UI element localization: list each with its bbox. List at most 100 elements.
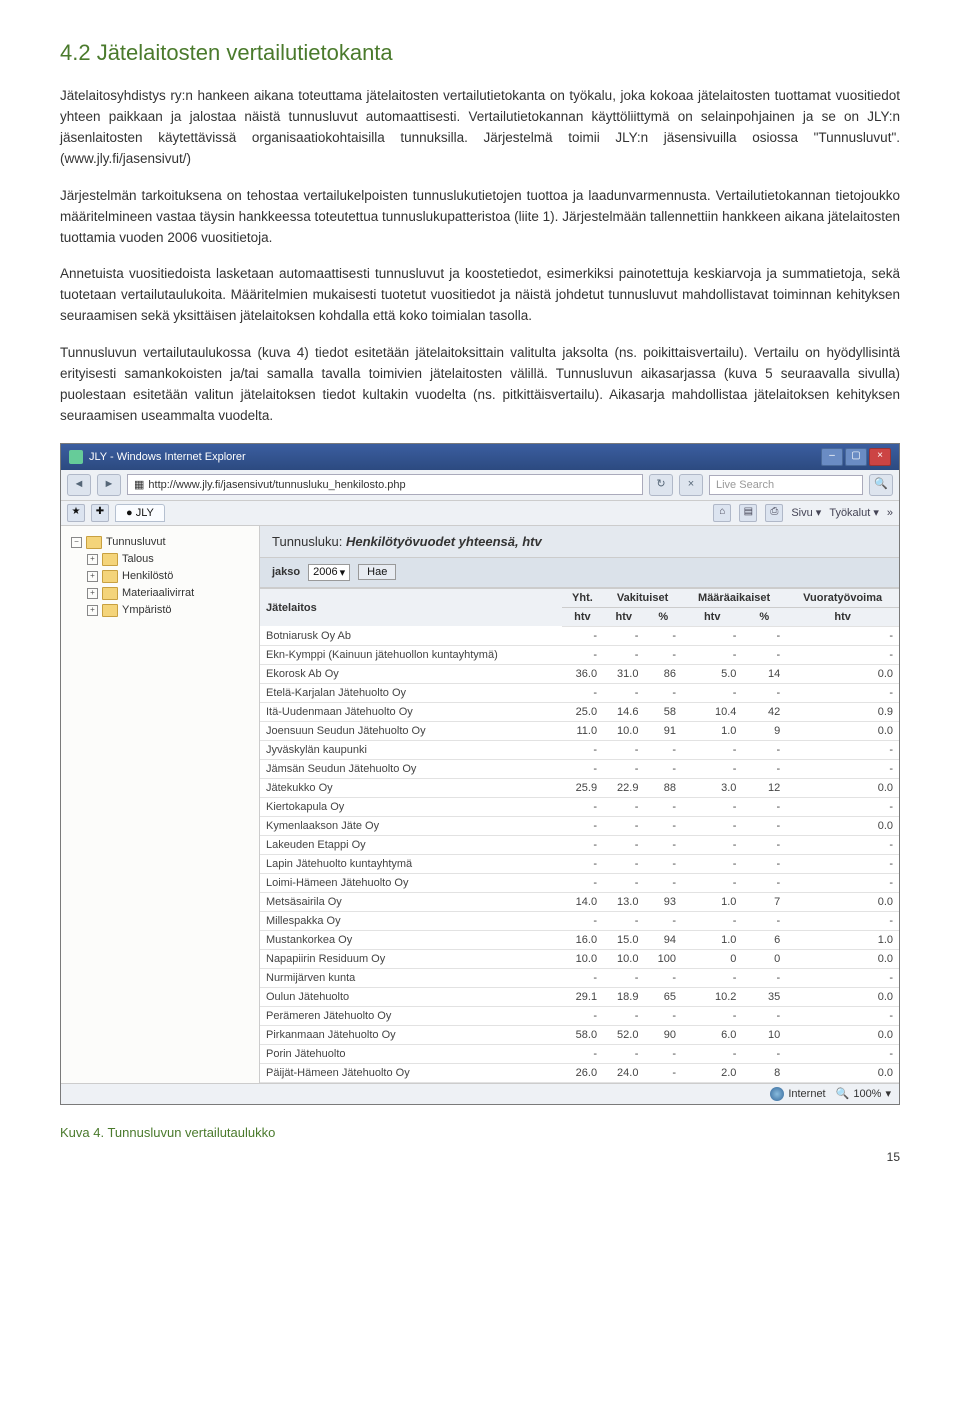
favorites-row: ★ ✚ ● JLY ⌂ ▤ ⎙ Sivu ▾ Työkalut ▾ » [61, 501, 899, 526]
table-cell: 42 [742, 702, 786, 721]
folder-icon [102, 604, 118, 617]
table-cell: - [644, 911, 682, 930]
table-cell: Ekorosk Ab Oy [260, 664, 562, 683]
table-cell: 13.0 [603, 892, 644, 911]
table-cell: - [742, 626, 786, 645]
tree-root[interactable]: − Tunnusluvut [65, 534, 255, 551]
tab-label: JLY [136, 507, 154, 519]
expand-icon[interactable]: + [87, 588, 98, 599]
table-cell: 0.0 [786, 1063, 899, 1082]
print-icon[interactable]: ⎙ [765, 504, 783, 522]
table-cell: 36.0 [562, 664, 603, 683]
data-table: Jätelaitos Yht. Vakituiset Määräaikaiset… [260, 588, 899, 1083]
chevron-down-icon: ▾ [340, 566, 346, 579]
refresh-button[interactable]: ↻ [649, 474, 673, 496]
table-cell: - [562, 759, 603, 778]
table-cell: - [603, 1044, 644, 1063]
table-cell: - [603, 835, 644, 854]
table-cell: 5.0 [682, 664, 742, 683]
body-paragraph-1: Jätelaitosyhdistys ry:n hankeen aikana t… [60, 86, 900, 170]
table-cell: - [644, 645, 682, 664]
table-cell: 0.0 [786, 721, 899, 740]
table-cell: 0.0 [786, 664, 899, 683]
table-cell: 0.0 [786, 1025, 899, 1044]
table-cell: 2.0 [682, 1063, 742, 1082]
table-cell: - [562, 1044, 603, 1063]
table-cell: - [742, 740, 786, 759]
maximize-button[interactable]: ▢ [845, 448, 867, 466]
status-bar: Internet 🔍 100% ▾ [61, 1083, 899, 1104]
table-cell: - [562, 854, 603, 873]
table-cell: - [644, 683, 682, 702]
tree-item-henkilosto[interactable]: + Henkilöstö [65, 568, 255, 585]
col-vakituiset: Vakituiset [603, 588, 682, 607]
table-cell: Kymenlaakson Jäte Oy [260, 816, 562, 835]
table-cell: 7 [742, 892, 786, 911]
table-cell: - [682, 835, 742, 854]
home-icon[interactable]: ⌂ [713, 504, 731, 522]
table-cell: - [682, 683, 742, 702]
table-cell: 10 [742, 1025, 786, 1044]
forward-button[interactable]: ► [97, 474, 121, 496]
tools-menu[interactable]: Työkalut ▾ [829, 506, 879, 519]
table-cell: - [786, 968, 899, 987]
table-cell: Perämeren Jätehuolto Oy [260, 1006, 562, 1025]
collapse-icon[interactable]: − [71, 537, 82, 548]
main-panel: Tunnusluku: Henkilötyövuodet yhteensä, h… [260, 526, 899, 1083]
tree-item-talous[interactable]: + Talous [65, 551, 255, 568]
table-cell: Lakeuden Etappi Oy [260, 835, 562, 854]
page-menu[interactable]: Sivu ▾ [791, 506, 821, 519]
table-cell: - [786, 759, 899, 778]
table-row: Joensuun Seudun Jätehuolto Oy11.010.0911… [260, 721, 899, 740]
table-cell: - [603, 797, 644, 816]
table-cell: - [644, 759, 682, 778]
folder-icon [102, 553, 118, 566]
browser-tab[interactable]: ● JLY [115, 504, 165, 522]
table-cell: 10.4 [682, 702, 742, 721]
table-cell: Jämsän Seudun Jätehuolto Oy [260, 759, 562, 778]
table-row: Millespakka Oy------ [260, 911, 899, 930]
folder-icon [86, 536, 102, 549]
table-cell: 58 [644, 702, 682, 721]
feed-icon[interactable]: ▤ [739, 504, 757, 522]
minimize-button[interactable]: – [821, 448, 843, 466]
table-cell: Porin Jätehuolto [260, 1044, 562, 1063]
stop-button[interactable]: × [679, 474, 703, 496]
table-row: Metsäsairila Oy14.013.0931.070.0 [260, 892, 899, 911]
table-cell: - [644, 1063, 682, 1082]
chevron-icon[interactable]: » [887, 507, 893, 519]
expand-icon[interactable]: + [87, 605, 98, 616]
favorites-icon[interactable]: ★ [67, 504, 85, 522]
panel-label-value: Henkilötyövuodet yhteensä, htv [346, 534, 542, 549]
table-cell: 22.9 [603, 778, 644, 797]
table-cell: - [644, 1006, 682, 1025]
hae-button[interactable]: Hae [358, 564, 396, 580]
expand-icon[interactable]: + [87, 554, 98, 565]
panel-label-prefix: Tunnusluku: [272, 534, 342, 549]
security-zone: Internet [788, 1088, 825, 1100]
col-vuoratyovoima: Vuoratyövoima [786, 588, 899, 607]
zoom-chevron-icon[interactable]: ▾ [885, 1087, 891, 1100]
expand-icon[interactable]: + [87, 571, 98, 582]
table-row: Päijät-Hämeen Jätehuolto Oy26.024.0-2.08… [260, 1063, 899, 1082]
col-sub: % [644, 607, 682, 626]
table-cell: 16.0 [562, 930, 603, 949]
zoom-icon[interactable]: 🔍 [836, 1087, 850, 1100]
close-button[interactable]: × [869, 448, 891, 466]
folder-icon [102, 570, 118, 583]
tree-item-ymparisto[interactable]: + Ympäristö [65, 602, 255, 619]
add-favorite-icon[interactable]: ✚ [91, 504, 109, 522]
year-select[interactable]: 2006 ▾ [308, 564, 350, 581]
tree-item-materiaalivirrat[interactable]: + Materiaalivirrat [65, 585, 255, 602]
search-button[interactable]: 🔍 [869, 474, 893, 496]
table-cell: 0.0 [786, 987, 899, 1006]
table-cell: 14 [742, 664, 786, 683]
table-cell: Itä-Uudenmaan Jätehuolto Oy [260, 702, 562, 721]
table-cell: - [682, 873, 742, 892]
address-bar[interactable]: ▦ http://www.jly.fi/jasensivut/tunnusluk… [127, 474, 643, 495]
table-cell: Millespakka Oy [260, 911, 562, 930]
back-button[interactable]: ◄ [67, 474, 91, 496]
title-bar: JLY - Windows Internet Explorer – ▢ × [61, 444, 899, 470]
search-box[interactable]: Live Search [709, 475, 863, 495]
table-cell: 18.9 [603, 987, 644, 1006]
